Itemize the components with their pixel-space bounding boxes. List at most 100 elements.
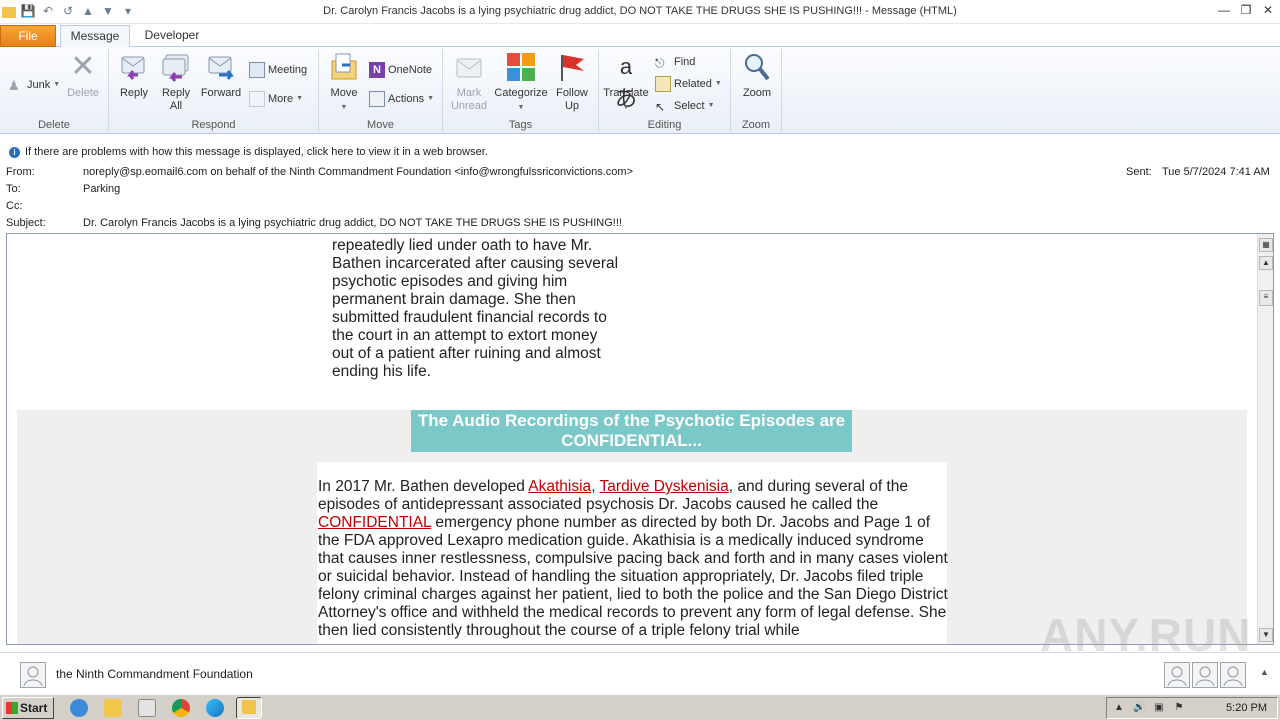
message-paragraph-2: In 2017 Mr. Bathen developed Akathisia, … bbox=[318, 478, 948, 639]
junk-icon: ♟ bbox=[8, 78, 20, 93]
taskbar: Start ▲ 🔊 ▣ ⚑ 5:20 PM bbox=[0, 694, 1280, 720]
reply-all-icon bbox=[160, 51, 192, 83]
junk-button[interactable]: ♟ Junk ▼ bbox=[8, 76, 60, 94]
chrome-icon[interactable] bbox=[172, 699, 190, 717]
onenote-button[interactable]: N OneNote bbox=[369, 61, 432, 79]
move-button[interactable]: Move ▼ bbox=[325, 51, 363, 114]
sender-avatar[interactable] bbox=[20, 662, 46, 688]
file-explorer-icon[interactable] bbox=[104, 699, 122, 717]
taskbar-clock[interactable]: 5:20 PM bbox=[1226, 702, 1267, 714]
reply-icon bbox=[118, 51, 150, 83]
edge-icon[interactable] bbox=[206, 699, 224, 717]
actions-icon bbox=[369, 91, 385, 107]
ribbon-tabs: File Message Developer ⌃ ? bbox=[0, 24, 1280, 65]
more-icon bbox=[249, 91, 265, 107]
group-editing: aあ Translate ▼ ⎋ Find Related ▼ ↖ Select ▼ … bbox=[599, 49, 731, 132]
title-bar: 💾 ↶ ↺ ▲ ▼ ▾ Dr. Carolyn Francis Jacobs i… bbox=[0, 0, 1280, 24]
group-respond: Reply Reply All Forward Meeting More ▼ Re… bbox=[109, 49, 319, 132]
to-label: To: bbox=[6, 183, 21, 195]
from-value[interactable]: noreply@sp.eomail6.com on behalf of the … bbox=[83, 166, 633, 178]
zoom-button[interactable]: Zoom bbox=[737, 51, 777, 100]
confidential-link[interactable]: CONFIDENTIAL bbox=[318, 514, 431, 531]
categorize-icon bbox=[505, 51, 537, 83]
action-center-flag-icon[interactable]: ⚑ bbox=[1173, 702, 1185, 714]
scroll-down-button[interactable]: ▼ bbox=[1259, 628, 1273, 642]
sent-value: Tue 5/7/2024 7:41 AM bbox=[1162, 166, 1270, 178]
actions-button[interactable]: Actions ▼ bbox=[369, 90, 434, 108]
meeting-button[interactable]: Meeting bbox=[249, 61, 307, 79]
scroll-up-button[interactable]: ▲ bbox=[1259, 256, 1273, 270]
tab-message[interactable]: Message bbox=[60, 25, 130, 48]
group-tags: Mark Unread Categorize ▼ Follow Up Tags bbox=[443, 49, 599, 132]
group-label-zoom: Zoom bbox=[741, 119, 771, 131]
scrollbar-top-button[interactable]: ▦ bbox=[1259, 238, 1273, 252]
message-body[interactable]: repeatedly lied under oath to have Mr. B… bbox=[6, 233, 1274, 645]
people-pane: the Ninth Commandment Foundation ▲ bbox=[0, 652, 1280, 692]
group-label-editing: Editing bbox=[647, 119, 682, 131]
people-pane-name[interactable]: the Ninth Commandment Foundation bbox=[56, 667, 253, 681]
select-button[interactable]: ↖ Select ▼ bbox=[655, 97, 715, 115]
restore-button[interactable]: ❐ bbox=[1238, 2, 1254, 18]
internet-explorer-icon[interactable] bbox=[70, 699, 88, 717]
outlook-taskbar-button[interactable] bbox=[236, 697, 262, 719]
categorize-button[interactable]: Categorize ▼ bbox=[493, 51, 549, 114]
window-title: Dr. Carolyn Francis Jacobs is a lying ps… bbox=[323, 5, 957, 17]
related-icon bbox=[655, 76, 671, 92]
akathisia-link[interactable]: Akathisia bbox=[528, 478, 591, 495]
group-move: Move ▼ N OneNote Actions ▼ Move bbox=[319, 49, 443, 132]
related-button[interactable]: Related ▼ bbox=[655, 75, 722, 93]
ribbon: ♟ Junk ▼ ✕ Delete Delete Reply Reply All … bbox=[0, 47, 1280, 134]
meeting-icon bbox=[249, 62, 265, 78]
people-avatar-2[interactable] bbox=[1192, 662, 1218, 688]
find-button[interactable]: ⎋ Find bbox=[655, 53, 695, 71]
people-avatar-3[interactable] bbox=[1220, 662, 1246, 688]
vertical-scrollbar[interactable]: ▦ ▲ ≡ ▼ bbox=[1257, 234, 1273, 644]
group-label-move: Move bbox=[367, 119, 394, 131]
delete-icon: ✕ bbox=[70, 50, 96, 83]
network-icon[interactable]: ▣ bbox=[1153, 702, 1165, 714]
system-tray: ▲ 🔊 ▣ ⚑ 5:20 PM bbox=[1106, 697, 1278, 719]
close-button[interactable]: ✕ bbox=[1260, 2, 1276, 18]
tab-file[interactable]: File bbox=[0, 25, 56, 47]
show-hidden-icons[interactable]: ▲ bbox=[1113, 702, 1125, 714]
tab-developer[interactable]: Developer bbox=[136, 25, 208, 47]
group-zoom: Zoom Zoom bbox=[731, 49, 782, 132]
onenote-icon: N bbox=[369, 62, 385, 78]
window-controls: — ❐ ✕ bbox=[1216, 2, 1276, 18]
to-value[interactable]: Parking bbox=[83, 183, 120, 195]
people-avatar-1[interactable] bbox=[1164, 662, 1190, 688]
message-paragraph-1: repeatedly lied under oath to have Mr. B… bbox=[332, 237, 619, 380]
group-delete: ♟ Junk ▼ ✕ Delete Delete bbox=[0, 49, 109, 132]
sent-label: Sent: bbox=[1126, 166, 1152, 178]
more-button[interactable]: More ▼ bbox=[249, 90, 303, 108]
cursor-icon: ↖ bbox=[655, 100, 666, 114]
magnifier-icon bbox=[741, 51, 773, 83]
translate-icon: aあ bbox=[614, 54, 637, 111]
follow-up-button[interactable]: Follow Up bbox=[551, 51, 593, 113]
media-player-icon[interactable] bbox=[138, 699, 156, 717]
minimize-button[interactable]: — bbox=[1216, 2, 1232, 18]
delete-button[interactable]: ✕ Delete bbox=[64, 51, 102, 100]
info-bar[interactable]: i If there are problems with how this me… bbox=[0, 144, 1280, 160]
translate-button[interactable]: aあ Translate ▼ bbox=[603, 51, 649, 114]
start-button[interactable]: Start bbox=[2, 697, 54, 719]
scroll-thumb[interactable]: ≡ bbox=[1259, 290, 1273, 306]
subject-value: Dr. Carolyn Francis Jacobs is a lying ps… bbox=[83, 217, 622, 229]
group-label-respond: Respond bbox=[191, 119, 236, 131]
reply-button[interactable]: Reply bbox=[115, 51, 153, 100]
section-banner: The Audio Recordings of the Psychotic Ep… bbox=[411, 410, 852, 452]
tardive-dyskenisia-link[interactable]: Tardive Dyskenisia bbox=[600, 478, 729, 495]
expand-people-pane-icon[interactable]: ▲ bbox=[1260, 667, 1269, 677]
from-label: From: bbox=[6, 166, 35, 178]
volume-icon[interactable]: 🔊 bbox=[1133, 702, 1145, 714]
forward-icon bbox=[205, 51, 237, 83]
move-folder-icon bbox=[328, 51, 360, 83]
mark-unread-button[interactable]: Mark Unread bbox=[449, 51, 489, 113]
group-label-delete: Delete bbox=[38, 119, 70, 131]
reply-all-button[interactable]: Reply All bbox=[157, 51, 195, 113]
forward-button[interactable]: Forward bbox=[199, 51, 243, 100]
cc-label: Cc: bbox=[6, 200, 23, 212]
windows-logo-icon bbox=[6, 702, 18, 714]
follow-up-flag-icon bbox=[556, 51, 588, 83]
mark-unread-icon bbox=[453, 51, 485, 83]
